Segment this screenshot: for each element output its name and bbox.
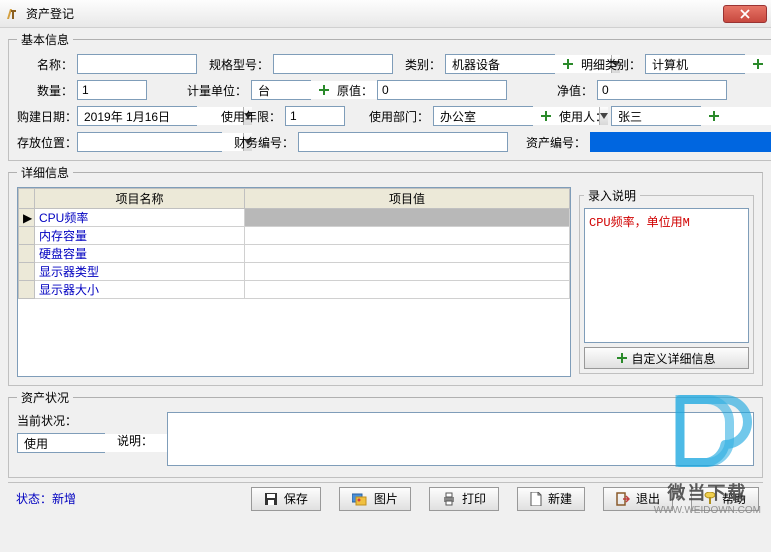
item-value-cell[interactable] <box>245 227 570 245</box>
item-name-cell[interactable]: 硬盘容量 <box>35 245 245 263</box>
loc-label: 存放位置： <box>17 134 77 151</box>
add-category-button[interactable] <box>561 57 575 71</box>
name-label: 名称： <box>17 56 77 73</box>
item-value-cell[interactable] <box>245 281 570 299</box>
table-row[interactable]: 显示器类型 <box>19 263 570 281</box>
name-input[interactable] <box>77 54 197 74</box>
cur-status-combo[interactable] <box>17 433 105 453</box>
assetno-label: 资产编号： <box>526 134 590 151</box>
titlebar: 资产登记 <box>0 0 771 28</box>
rowheader-col <box>19 189 35 209</box>
net-input[interactable] <box>597 80 727 100</box>
user-label: 使用人： <box>559 108 611 125</box>
item-value-cell[interactable] <box>245 263 570 281</box>
item-value-cell[interactable] <box>245 209 570 227</box>
custom-detail-button[interactable]: 自定义详细信息 <box>584 347 749 369</box>
footer-toolbar: 状态：新增 保存 图片 打印 新建 退出 帮助 <box>8 482 763 514</box>
image-button[interactable]: 图片 <box>339 487 411 511</box>
add-subcat-button[interactable] <box>751 57 765 71</box>
add-dept-button[interactable] <box>539 109 553 123</box>
category-label: 类别： <box>405 56 445 73</box>
dept-label: 使用部门： <box>369 108 433 125</box>
instruction-group: 录入说明 CPU频率，单位用M 自定义详细信息 <box>579 187 754 374</box>
row-indicator: ▶ <box>19 209 35 227</box>
basic-info-group: 基本信息 名称： 规格型号： 类别： 明细类别： 数量： 计量单位： 原值： 净… <box>8 31 771 161</box>
basic-legend: 基本信息 <box>17 31 73 48</box>
new-button[interactable]: 新建 <box>517 487 585 511</box>
exit-icon <box>616 492 630 506</box>
detail-legend: 详细信息 <box>17 164 73 181</box>
dept-combo[interactable] <box>433 106 533 126</box>
app-icon <box>4 6 20 22</box>
help-button[interactable]: 帮助 <box>691 487 759 511</box>
item-name-cell[interactable]: 显示器类型 <box>35 263 245 281</box>
row-indicator <box>19 245 35 263</box>
orig-input[interactable] <box>377 80 507 100</box>
detail-grid[interactable]: 项目名称 项目值 ▶CPU频率内存容量硬盘容量显示器类型显示器大小 <box>17 187 571 377</box>
qty-input[interactable] <box>77 80 147 100</box>
add-user-button[interactable] <box>707 109 721 123</box>
help-icon <box>704 492 716 506</box>
add-unit-button[interactable] <box>317 83 331 97</box>
cur-status-label: 当前状况： <box>17 412 107 429</box>
buydate-label: 购建日期： <box>17 108 77 125</box>
save-button[interactable]: 保存 <box>251 487 321 511</box>
new-icon <box>530 492 542 506</box>
subcat-combo[interactable] <box>645 54 745 74</box>
asset-number-display <box>590 132 771 152</box>
instruction-text: CPU频率，单位用M <box>584 208 749 343</box>
qty-label: 数量： <box>17 82 77 99</box>
table-row[interactable]: ▶CPU频率 <box>19 209 570 227</box>
row-indicator <box>19 227 35 245</box>
plus-icon <box>617 353 627 363</box>
print-button[interactable]: 打印 <box>429 487 499 511</box>
row-indicator <box>19 263 35 281</box>
table-row[interactable]: 硬盘容量 <box>19 245 570 263</box>
years-label: 使用年限： <box>221 108 285 125</box>
spec-input[interactable] <box>273 54 393 74</box>
row-indicator <box>19 281 35 299</box>
asset-status-group: 资产状况 当前状况： 说明： <box>8 389 763 478</box>
item-name-cell[interactable]: 显示器大小 <box>35 281 245 299</box>
years-input[interactable] <box>285 106 345 126</box>
exit-button[interactable]: 退出 <box>603 487 673 511</box>
table-row[interactable]: 显示器大小 <box>19 281 570 299</box>
instr-legend: 录入说明 <box>584 187 640 204</box>
unit-label: 计量单位： <box>187 82 251 99</box>
net-label: 净值： <box>557 82 597 99</box>
category-combo[interactable] <box>445 54 555 74</box>
desc-label: 说明： <box>117 412 157 449</box>
user-combo[interactable] <box>611 106 701 126</box>
window-title: 资产登记 <box>26 5 723 22</box>
desc-textarea[interactable] <box>167 412 754 466</box>
item-value-cell[interactable] <box>245 245 570 263</box>
col-value[interactable]: 项目值 <box>245 189 570 209</box>
save-icon <box>264 492 278 506</box>
finno-label: 财务编号： <box>234 134 298 151</box>
image-icon <box>352 492 368 506</box>
detail-info-group: 详细信息 项目名称 项目值 ▶CPU频率内存容量硬盘容量显示器类型显示器大小 录… <box>8 164 763 386</box>
orig-label: 原值： <box>337 82 377 99</box>
buydate-picker[interactable] <box>77 106 197 126</box>
unit-combo[interactable] <box>251 80 311 100</box>
loc-combo[interactable] <box>77 132 222 152</box>
table-row[interactable]: 内存容量 <box>19 227 570 245</box>
close-button[interactable] <box>723 5 767 23</box>
col-name[interactable]: 项目名称 <box>35 189 245 209</box>
print-icon <box>442 492 456 506</box>
status-legend: 资产状况 <box>17 389 73 406</box>
subcat-label: 明细类别： <box>581 56 645 73</box>
finno-input[interactable] <box>298 132 508 152</box>
status-text: 状态：新增 <box>12 490 76 507</box>
item-name-cell[interactable]: CPU频率 <box>35 209 245 227</box>
spec-label: 规格型号： <box>209 56 273 73</box>
item-name-cell[interactable]: 内存容量 <box>35 227 245 245</box>
